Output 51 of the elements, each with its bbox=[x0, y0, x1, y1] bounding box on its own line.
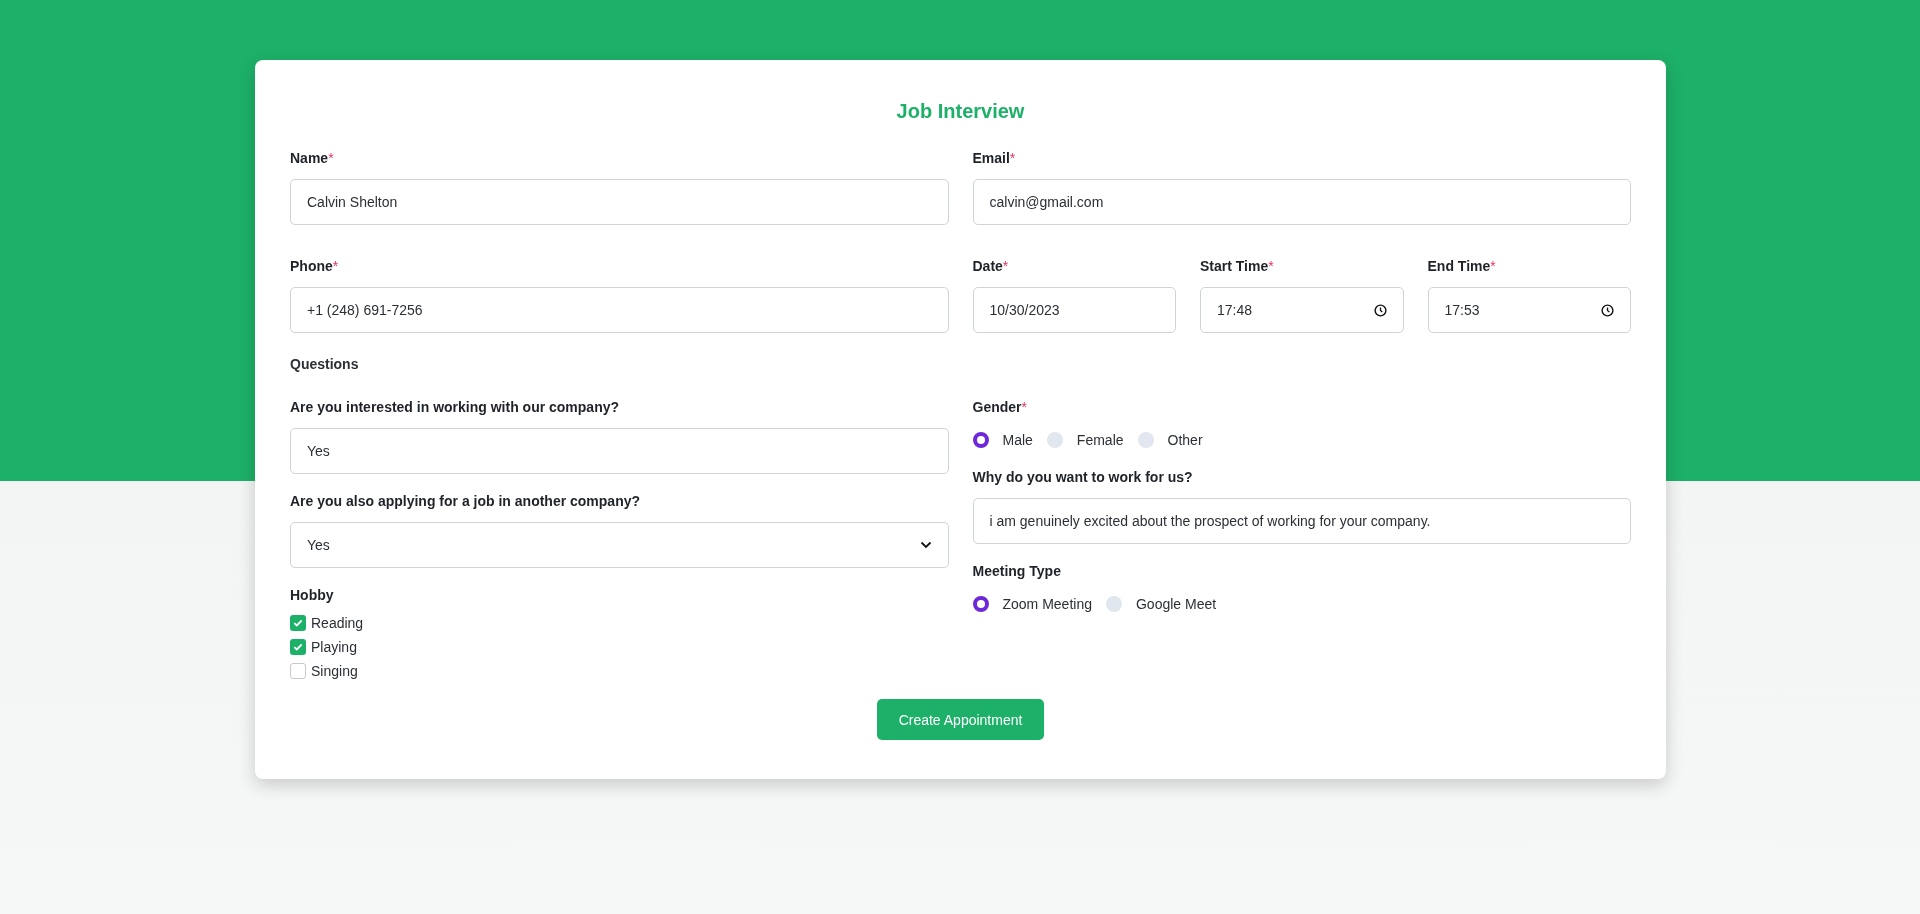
checkbox[interactable] bbox=[290, 615, 306, 631]
text-field[interactable]: Yes bbox=[290, 428, 949, 474]
field-label: Are you also applying for a job in another company? bbox=[290, 492, 641, 511]
radio-label: Zoom Meeting bbox=[1002, 595, 1092, 614]
checkbox[interactable] bbox=[290, 639, 306, 655]
required-mark: * bbox=[1268, 257, 1274, 276]
required-mark: * bbox=[332, 257, 339, 276]
field-label: Meeting Type bbox=[972, 562, 1061, 581]
field-label: Phone bbox=[290, 257, 333, 276]
required-mark: * bbox=[1009, 149, 1016, 168]
form-title: Job Interview bbox=[895, 99, 1026, 124]
field-label: Why do you want to work for us? bbox=[972, 468, 1193, 487]
radio-button[interactable] bbox=[972, 432, 989, 448]
check-icon bbox=[293, 619, 303, 627]
field-label: End Time bbox=[1427, 257, 1491, 276]
radio-button[interactable] bbox=[1137, 432, 1154, 448]
radio-label: Male bbox=[1002, 431, 1033, 450]
checkbox-label: Playing bbox=[311, 638, 357, 657]
text-field[interactable]: +1 (248) 691-7256 bbox=[290, 287, 949, 333]
checkbox[interactable] bbox=[290, 663, 306, 679]
time-field[interactable]: 17:53 bbox=[1427, 287, 1631, 333]
field-label: Gender bbox=[972, 398, 1022, 417]
checkbox-label: Singing bbox=[311, 662, 358, 681]
field-label: Start Time bbox=[1200, 257, 1269, 276]
radio-button[interactable] bbox=[1106, 596, 1122, 612]
radio-label: Google Meet bbox=[1136, 595, 1217, 614]
required-mark: * bbox=[1021, 398, 1027, 417]
radio-label: Other bbox=[1167, 431, 1203, 450]
required-mark: * bbox=[328, 149, 334, 168]
required-mark: * bbox=[1002, 257, 1009, 276]
text-field[interactable]: calvin@gmail.com bbox=[972, 179, 1631, 225]
dropdown[interactable]: Yes bbox=[290, 522, 949, 568]
text-field[interactable]: Calvin Shelton bbox=[290, 179, 949, 225]
chevron-down-icon bbox=[919, 541, 932, 549]
field-label: Date bbox=[972, 257, 1003, 276]
text-field[interactable]: i am genuinely excited about the prospect of working for your company. bbox=[972, 498, 1631, 544]
field-label: Are you interested in working with our company? bbox=[290, 398, 620, 417]
clock-icon[interactable] bbox=[1373, 303, 1387, 317]
radio-label: Female bbox=[1076, 431, 1124, 450]
date-field[interactable]: 10/30/2023 bbox=[972, 287, 1176, 333]
clock-icon[interactable] bbox=[1601, 303, 1614, 317]
field-label: Name bbox=[290, 149, 329, 168]
field-label: Hobby bbox=[290, 586, 334, 605]
section-heading: Questions bbox=[290, 355, 360, 374]
radio-button[interactable] bbox=[1046, 432, 1063, 448]
field-label: Email bbox=[972, 149, 1010, 168]
check-icon bbox=[293, 643, 303, 651]
required-mark: * bbox=[1490, 257, 1496, 276]
radio-button[interactable] bbox=[972, 596, 989, 612]
checkbox-label: Reading bbox=[311, 614, 364, 633]
time-field[interactable]: 17:48 bbox=[1200, 287, 1404, 333]
